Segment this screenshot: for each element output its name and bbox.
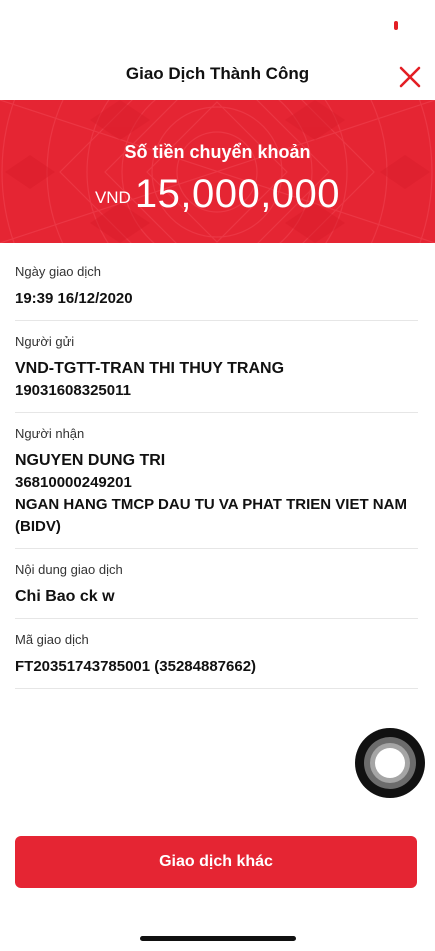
transfer-amount-label: Số tiền chuyển khoản bbox=[124, 142, 311, 162]
header: Giao Dịch Thành Công bbox=[0, 56, 435, 96]
detail-row-transaction-id: Mã giao dịch FT20351743785001 (352848876… bbox=[15, 619, 418, 689]
receiver-account: 36810000249201 bbox=[15, 474, 132, 491]
transaction-success-screen: Giao Dịch Thành Công Số tiền chuyển khoả… bbox=[0, 0, 435, 951]
amount-value: 15,000,000 bbox=[134, 172, 341, 216]
currency-code: VND bbox=[94, 188, 131, 207]
amount-banner: Số tiền chuyển khoản VND 15,000,000 bbox=[0, 100, 435, 243]
detail-row-date: Ngày giao dịch 19:39 16/12/2020 bbox=[15, 252, 418, 321]
transaction-details: Ngày giao dịch 19:39 16/12/2020 Người gử… bbox=[15, 252, 418, 689]
sender-label: Người gửi bbox=[15, 334, 75, 349]
sender-account: 19031608325011 bbox=[15, 382, 131, 399]
assistive-touch-icon bbox=[375, 748, 405, 778]
detail-row-content: Nội dung giao dịch Chi Bao ck w bbox=[15, 549, 418, 619]
transfer-amount: VND 15,000,000 bbox=[0, 172, 435, 217]
page-title: Giao Dịch Thành Công bbox=[125, 64, 310, 83]
transaction-id-value: FT20351743785001 (35284887662) bbox=[15, 658, 257, 675]
assistive-touch-button[interactable] bbox=[355, 728, 425, 798]
detail-row-receiver: Người nhận NGUYEN DUNG TRI 3681000024920… bbox=[15, 413, 418, 549]
date-value: 19:39 16/12/2020 bbox=[15, 290, 133, 307]
content-value: Chi Bao ck w bbox=[15, 588, 115, 605]
close-icon bbox=[399, 66, 421, 88]
detail-row-sender: Người gửi VND-TGTT-TRAN THI THUY TRANG 1… bbox=[15, 321, 418, 413]
receiver-name: NGUYEN DUNG TRI bbox=[15, 452, 166, 469]
transaction-id-label: Mã giao dịch bbox=[15, 632, 89, 647]
close-button[interactable] bbox=[397, 64, 423, 90]
date-label: Ngày giao dịch bbox=[15, 264, 101, 279]
status-indicator bbox=[394, 21, 398, 30]
new-transaction-button[interactable]: Giao dịch khác bbox=[15, 836, 417, 888]
content-label: Nội dung giao dịch bbox=[15, 562, 123, 577]
receiver-bank: NGAN HANG TMCP DAU TU VA PHAT TRIEN VIET… bbox=[15, 496, 407, 535]
sender-name: VND-TGTT-TRAN THI THUY TRANG bbox=[15, 360, 285, 377]
receiver-label: Người nhận bbox=[15, 426, 85, 441]
home-indicator[interactable] bbox=[140, 936, 296, 941]
